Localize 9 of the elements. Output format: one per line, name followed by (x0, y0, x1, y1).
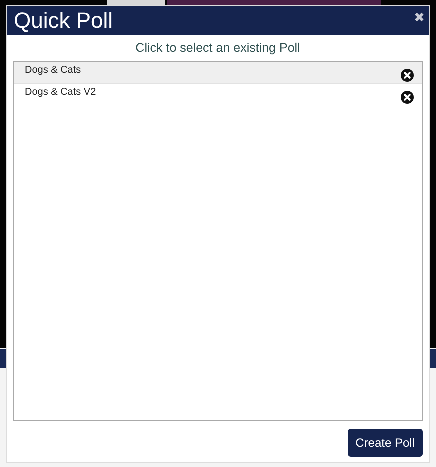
poll-name: Dogs & Cats (25, 65, 82, 76)
remove-icon[interactable] (401, 69, 414, 82)
remove-icon[interactable] (401, 91, 414, 104)
create-poll-button[interactable]: Create Poll (348, 429, 423, 457)
close-button[interactable]: ✖ (414, 10, 425, 25)
poll-item[interactable]: Dogs & Cats (14, 62, 422, 84)
poll-name: Dogs & Cats V2 (25, 87, 96, 98)
dialog-title: Quick Poll (14, 10, 114, 32)
instruction-text: Click to select an existing Poll (134, 41, 302, 55)
